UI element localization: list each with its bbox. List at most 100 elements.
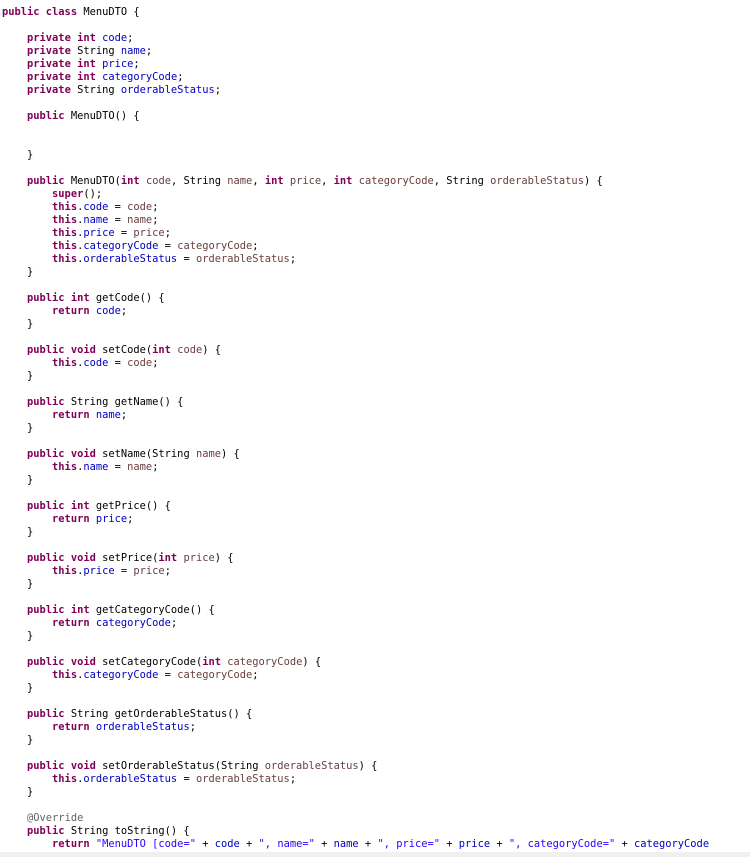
code-line[interactable]: } — [2, 786, 750, 799]
code-line[interactable]: this.orderableStatus = orderableStatus; — [2, 253, 750, 266]
code-line[interactable] — [2, 136, 750, 149]
code-token: ; — [152, 357, 159, 369]
code-line[interactable]: this.code = code; — [2, 357, 750, 370]
code-token: = — [108, 461, 128, 473]
code-token: orderableStatus — [195, 773, 290, 785]
code-line[interactable]: } — [2, 630, 750, 643]
code-line[interactable]: return categoryCode; — [2, 617, 750, 630]
code-line[interactable]: this.price = price; — [2, 227, 750, 240]
code-line[interactable]: } — [2, 682, 750, 695]
code-token: setCategoryCode( — [95, 656, 203, 668]
code-token: public void — [27, 760, 96, 772]
code-line[interactable] — [2, 331, 750, 344]
code-line[interactable] — [2, 747, 750, 760]
code-line[interactable]: } — [2, 734, 750, 747]
code-token: ) { — [202, 344, 222, 356]
code-token: ", price=" — [377, 838, 441, 850]
code-token: + — [358, 838, 378, 850]
code-line[interactable]: @Override — [2, 812, 750, 825]
code-line[interactable] — [2, 383, 750, 396]
code-line[interactable] — [2, 279, 750, 292]
code-token: categoryCode — [83, 240, 159, 252]
code-token: @Override — [27, 812, 84, 824]
code-line[interactable] — [2, 643, 750, 656]
code-line[interactable] — [2, 487, 750, 500]
code-line[interactable]: private String orderableStatus; — [2, 84, 750, 97]
code-line[interactable]: super(); — [2, 188, 750, 201]
code-line[interactable]: } — [2, 422, 750, 435]
code-token: ; — [133, 58, 140, 70]
code-line[interactable]: } — [2, 266, 750, 279]
code-line[interactable] — [2, 539, 750, 552]
code-token: price — [458, 838, 491, 850]
code-token: orderableStatus — [490, 175, 584, 187]
code-line[interactable]: private int categoryCode; — [2, 71, 750, 84]
code-line[interactable]: public void setCode(int code) { — [2, 344, 750, 357]
code-line[interactable] — [2, 97, 750, 110]
code-line[interactable] — [2, 799, 750, 812]
code-line[interactable]: public MenuDTO(int code, String name, in… — [2, 175, 750, 188]
code-token: categoryCode — [358, 175, 434, 187]
code-line[interactable]: public void setPrice(int price) { — [2, 552, 750, 565]
code-token: ) { — [583, 175, 603, 187]
code-token: public — [27, 825, 65, 837]
code-line[interactable]: public void setCategoryCode(int category… — [2, 656, 750, 669]
code-line[interactable]: return price; — [2, 513, 750, 526]
code-token: name — [127, 461, 153, 473]
code-line[interactable] — [2, 695, 750, 708]
code-token: public int — [27, 604, 90, 616]
code-line[interactable]: this.price = price; — [2, 565, 750, 578]
code-line[interactable]: } — [2, 526, 750, 539]
code-line[interactable]: public int getCategoryCode() { — [2, 604, 750, 617]
code-token: public — [27, 175, 65, 187]
code-line[interactable]: public String getOrderableStatus() { — [2, 708, 750, 721]
code-line[interactable]: this.name = name; — [2, 461, 750, 474]
code-line[interactable]: return "MenuDTO [code=" + code + ", name… — [2, 838, 750, 851]
code-line[interactable]: } — [2, 578, 750, 591]
code-editor[interactable]: public class MenuDTO { private int code;… — [0, 0, 750, 857]
code-line[interactable]: } — [2, 474, 750, 487]
code-token: price — [95, 513, 128, 525]
code-line[interactable]: } — [2, 149, 750, 162]
code-line[interactable] — [2, 123, 750, 136]
code-token: public void — [27, 448, 96, 460]
code-line[interactable]: return orderableStatus; — [2, 721, 750, 734]
code-token: code — [177, 344, 203, 356]
code-line[interactable]: return name; — [2, 409, 750, 422]
code-line[interactable]: public String getName() { — [2, 396, 750, 409]
code-line[interactable]: this.categoryCode = categoryCode; — [2, 240, 750, 253]
code-line[interactable]: public int getPrice() { — [2, 500, 750, 513]
code-line[interactable]: } — [2, 370, 750, 383]
code-line[interactable]: public int getCode() { — [2, 292, 750, 305]
code-line[interactable]: private int code; — [2, 32, 750, 45]
code-token: getCode() { — [89, 292, 165, 304]
code-line[interactable] — [2, 435, 750, 448]
code-line[interactable]: this.code = code; — [2, 201, 750, 214]
code-token: ", categoryCode=" — [508, 838, 616, 850]
code-line[interactable]: public void setOrderableStatus(String or… — [2, 760, 750, 773]
code-line[interactable]: public class MenuDTO { — [2, 6, 750, 19]
code-line[interactable]: } — [2, 318, 750, 331]
code-token: code — [127, 357, 153, 369]
code-line[interactable] — [2, 162, 750, 175]
code-token: MenuDTO { — [77, 6, 140, 18]
code-line[interactable] — [2, 591, 750, 604]
code-line[interactable]: this.orderableStatus = orderableStatus; — [2, 773, 750, 786]
code-line[interactable]: this.categoryCode = categoryCode; — [2, 669, 750, 682]
code-line[interactable]: private String name; — [2, 45, 750, 58]
code-line[interactable]: public String toString() { — [2, 825, 750, 838]
code-token: public void — [27, 344, 96, 356]
code-line[interactable] — [2, 19, 750, 32]
code-line[interactable]: public MenuDTO() { — [2, 110, 750, 123]
code-line[interactable]: this.name = name; — [2, 214, 750, 227]
code-line[interactable]: public void setName(String name) { — [2, 448, 750, 461]
code-line[interactable]: private int price; — [2, 58, 750, 71]
code-line[interactable]: return code; — [2, 305, 750, 318]
